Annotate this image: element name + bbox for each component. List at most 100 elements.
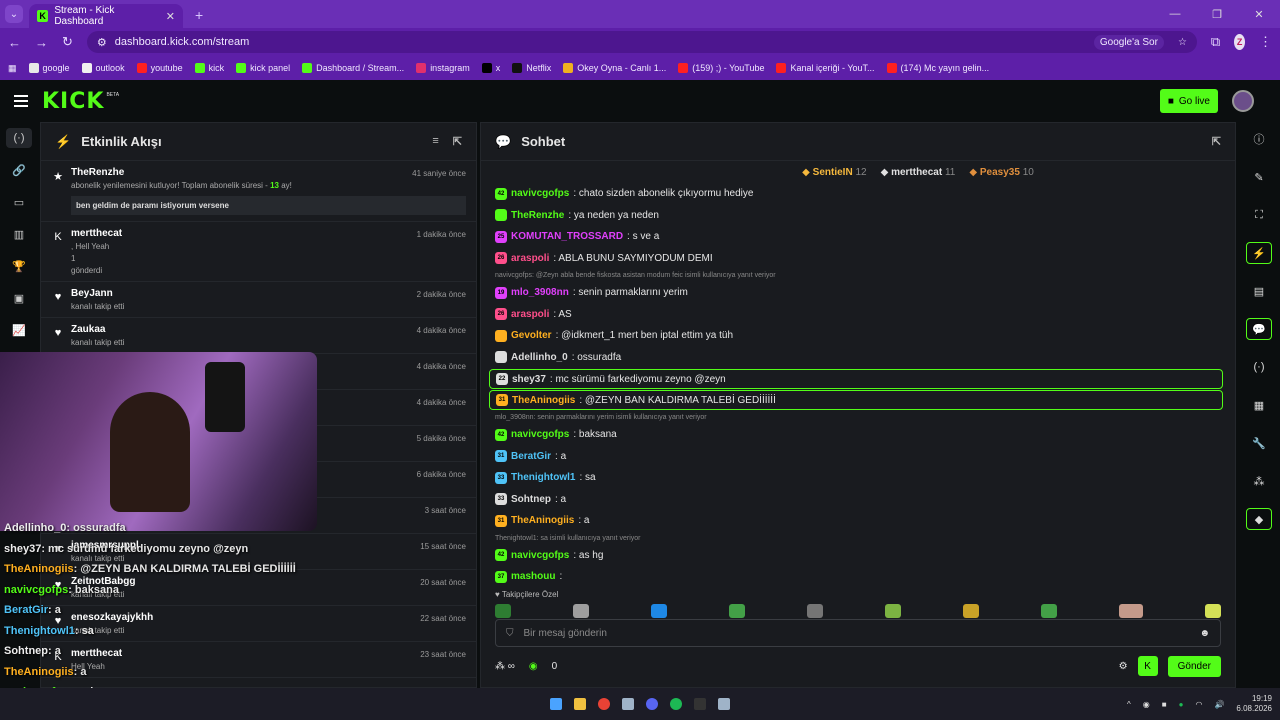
chat-message[interactable]: 31 TheAninogiis: a	[481, 510, 1235, 532]
chat-username[interactable]: araspoli	[511, 309, 549, 320]
clock[interactable]: 19:19 6.08.2026	[1236, 694, 1272, 714]
emote-icon[interactable]	[651, 603, 667, 618]
event-username[interactable]: Zaukaa	[71, 324, 466, 335]
leaderboard-entry[interactable]: ◆ Peasy35 10	[969, 167, 1033, 178]
start-icon[interactable]	[550, 698, 562, 710]
bookmark-item[interactable]: (174) Mc yayın gelin...	[886, 63, 990, 73]
chat-input-placeholder[interactable]: Bir mesaj gönderin	[524, 628, 607, 639]
bookmark-label[interactable]: youtube	[151, 63, 183, 73]
bookmark-item[interactable]: instagram	[416, 63, 470, 73]
bookmark-label[interactable]: (174) Mc yayın gelin...	[901, 63, 990, 73]
bookmark-label[interactable]: Netflix	[526, 63, 551, 73]
chat-message[interactable]: 42 navivcgofps: baksana	[481, 424, 1235, 446]
bookmark-item[interactable]: x	[481, 63, 501, 73]
send-button[interactable]: Gönder	[1167, 655, 1221, 677]
steam-icon[interactable]	[622, 698, 634, 710]
extensions-icon[interactable]: ⧉	[1211, 34, 1220, 50]
tab-search-icon[interactable]: ⌄	[5, 5, 23, 23]
chat-message[interactable]: 19 mlo_3908nn: senin parmaklarını yerim	[481, 282, 1235, 304]
bookmark-label[interactable]: Dashboard / Stream...	[316, 63, 404, 73]
chat-username[interactable]: navivcgofps	[511, 429, 569, 440]
tray-nvidia-icon[interactable]: ■	[1162, 700, 1167, 709]
chat-username[interactable]: mlo_3908nn	[511, 287, 569, 298]
chat-toggle-icon[interactable]: 💬	[1246, 318, 1272, 340]
chat-message[interactable]: 33 Sohtnep: a	[481, 489, 1235, 511]
event-username[interactable]: BeyJann	[71, 288, 466, 299]
bookmark-label[interactable]: x	[496, 63, 501, 73]
chat-username[interactable]: BeratGir	[511, 451, 551, 462]
analytics-icon[interactable]: ▥	[6, 224, 32, 244]
file-explorer-icon[interactable]	[574, 698, 586, 710]
stats-chart-icon[interactable]: 📈	[6, 320, 32, 340]
address-bar[interactable]: ⚙ dashboard.kick.com/stream Google'a Sor…	[86, 31, 1197, 53]
kick-emote-button[interactable]: K	[1137, 656, 1158, 676]
gift-icon[interactable]: ◆	[1246, 508, 1272, 530]
bookmark-label[interactable]: google	[43, 63, 70, 73]
back-icon[interactable]: ←	[8, 35, 21, 50]
chat-username[interactable]: TheAninogiis	[512, 395, 575, 406]
bookmark-label[interactable]: outlook	[96, 63, 125, 73]
integrations-icon[interactable]: ⁂	[1246, 470, 1272, 492]
chat-username[interactable]: araspoli	[511, 253, 549, 264]
emote-icon[interactable]	[1041, 603, 1057, 618]
window-icon[interactable]: ▭	[6, 192, 32, 212]
emoji-picker-icon[interactable]: ☻	[1199, 628, 1210, 639]
chat-username[interactable]: Adellinho_0	[511, 352, 568, 363]
chat-username[interactable]: TheRenzhe	[511, 210, 564, 221]
bookmark-item[interactable]: kick panel	[236, 63, 290, 73]
link-icon[interactable]: 🔗	[6, 160, 32, 180]
bookmark-item[interactable]: google	[28, 63, 70, 73]
bookmark-item[interactable]: Dashboard / Stream...	[302, 63, 404, 73]
chat-username[interactable]: Sohtnep	[511, 494, 551, 505]
wifi-icon[interactable]: ◠	[1195, 700, 1202, 709]
chat-message[interactable]: 26 araspoli: ABLA BUNU SAYMIYODUM DEMI	[481, 248, 1235, 270]
chat-message[interactable]: 42 navivcgofps: chato sizden abonelik çık…	[481, 183, 1235, 205]
emote-icon[interactable]	[729, 603, 745, 618]
profile-avatar[interactable]: Z	[1234, 34, 1245, 50]
menu-icon[interactable]	[14, 95, 28, 107]
new-tab-icon[interactable]: +	[195, 7, 203, 23]
emote-icon[interactable]	[807, 603, 823, 618]
event-username[interactable]: mertthecat	[71, 228, 466, 239]
wrench-icon[interactable]: 🔧	[1246, 432, 1272, 454]
discord-icon[interactable]	[646, 698, 658, 710]
popout-icon[interactable]: ⇱	[453, 135, 462, 148]
info-icon[interactable]: ⓘ	[1246, 128, 1272, 150]
emote-icon[interactable]	[495, 603, 511, 618]
user-avatar[interactable]	[1232, 90, 1254, 112]
browser-tab-active[interactable]: K Stream - Kick Dashboard ✕	[29, 4, 183, 28]
steam-app-icon[interactable]	[718, 698, 730, 710]
volume-icon[interactable]: 🔊	[1214, 700, 1224, 709]
emote-icon[interactable]	[885, 603, 901, 618]
activity-bolt-icon[interactable]: ⚡	[1246, 242, 1272, 264]
bookmark-label[interactable]: kick panel	[250, 63, 290, 73]
filter-icon[interactable]: ≡	[432, 135, 438, 148]
bookmark-item[interactable]: Okey Oyna - Canlı 1...	[563, 63, 666, 73]
users-infinity-icon[interactable]: ⁂ ∞	[495, 661, 515, 672]
document-icon[interactable]: ▤	[1246, 280, 1272, 302]
chat-username[interactable]: Thenightowl1	[511, 472, 575, 483]
trophy-icon[interactable]: 🏆	[6, 256, 32, 276]
bookmark-item[interactable]: Kanal içeriği - YouT...	[776, 63, 875, 73]
minimize-icon[interactable]: —	[1154, 8, 1196, 20]
forward-icon[interactable]: →	[35, 35, 48, 50]
obs-icon[interactable]	[694, 698, 706, 710]
emote-icon[interactable]	[573, 603, 589, 618]
server-icon[interactable]: ▦	[1246, 394, 1272, 416]
leaderboard-entry[interactable]: ◆ SentieIN 12	[802, 167, 866, 178]
chat-message[interactable]: 33 Thenightowl1: sa	[481, 467, 1235, 489]
edit-pencil-icon[interactable]: ✎	[1246, 166, 1272, 188]
chat-message[interactable]: Adellinho_0: ossuradfa	[481, 347, 1235, 369]
chat-message[interactable]: 42 navivcgofps: as hg	[481, 545, 1235, 567]
tray-steam-icon[interactable]: ◉	[1143, 700, 1150, 709]
broadcast-icon[interactable]: (·)	[1246, 356, 1272, 378]
chat-username[interactable]: mashouu	[511, 571, 555, 582]
chat-username[interactable]: navivcgofps	[511, 188, 569, 199]
bookmark-label[interactable]: instagram	[430, 63, 470, 73]
media-icon[interactable]: ▣	[6, 288, 32, 308]
bookmark-item[interactable]: youtube	[136, 63, 183, 73]
chat-settings-icon[interactable]: ⚙	[1119, 661, 1128, 672]
emote-icon[interactable]	[1205, 603, 1221, 618]
go-live-button[interactable]: ■ Go live	[1159, 89, 1218, 113]
chat-input[interactable]: ⛉ Bir mesaj gönderin ☻	[495, 619, 1221, 647]
